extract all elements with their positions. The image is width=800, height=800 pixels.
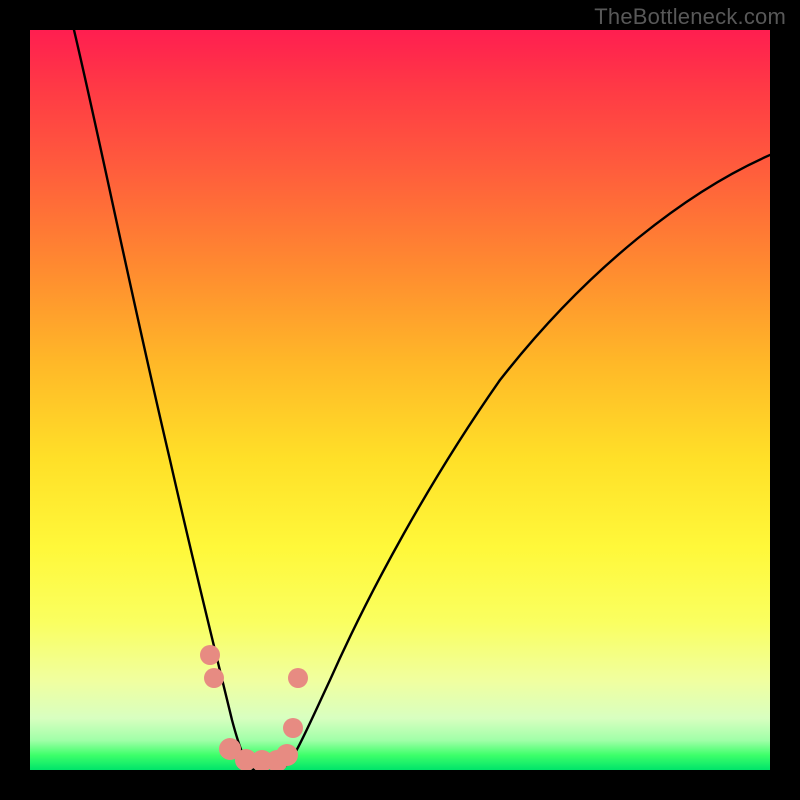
marker-dot	[283, 718, 303, 738]
curve-left-branch	[74, 30, 254, 770]
marker-dot	[276, 744, 298, 766]
plot-area	[30, 30, 770, 770]
curve-right-branch	[280, 155, 770, 770]
marker-dot	[204, 668, 224, 688]
highlight-markers	[200, 645, 308, 770]
chart-frame: TheBottleneck.com	[0, 0, 800, 800]
watermark-text: TheBottleneck.com	[594, 4, 786, 30]
marker-dot	[200, 645, 220, 665]
curve-layer	[30, 30, 770, 770]
marker-dot	[288, 668, 308, 688]
